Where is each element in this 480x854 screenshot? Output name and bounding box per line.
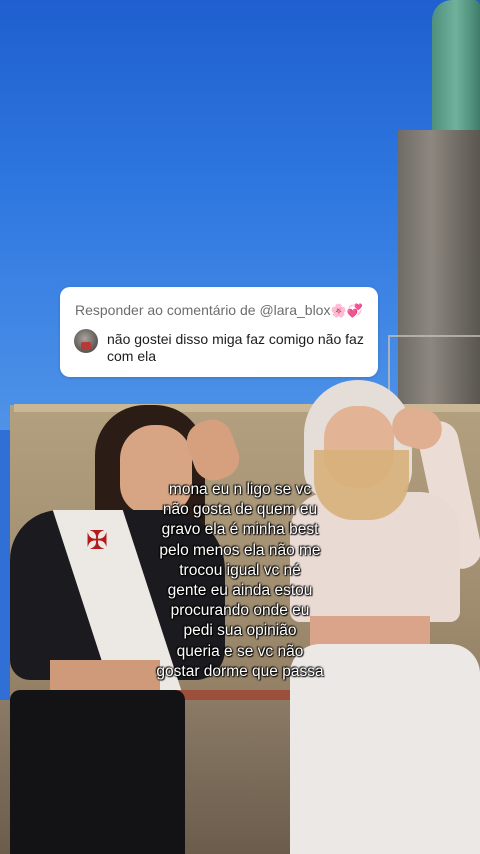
caption-line: pedi sua opinião: [183, 622, 297, 640]
caption-overlay: mona eu n ligo se vc não gosta de quem e…: [135, 480, 345, 682]
caption-line: mona eu n ligo se vc: [168, 481, 312, 498]
caption-line: pelo menos ela não me: [159, 541, 321, 559]
comment-reply-sticker[interactable]: Responder ao comentário de @lara_blox🌸💞 …: [60, 287, 378, 377]
caption-line: trocou igual vc né: [179, 561, 301, 579]
caption-line: procurando onde eu: [170, 602, 310, 620]
heart-flower-emoji-icon: 🌸💞: [330, 303, 363, 318]
caption-line: gravo ela é minha best: [161, 521, 319, 539]
reply-header-text: Responder ao comentário de @lara_blox: [75, 302, 331, 318]
statue-of-liberty: [432, 0, 480, 150]
commenter-avatar[interactable]: [74, 329, 98, 353]
caption-line: gostar dorme que passa: [156, 662, 324, 680]
cross-emblem-icon: ✠: [86, 525, 108, 555]
caption-line: gente eu ainda estou: [167, 582, 313, 600]
video-frame[interactable]: ✠: [0, 0, 480, 854]
comment-text: não gostei disso miga faz comigo não faz…: [107, 331, 364, 364]
black-pants: [10, 690, 185, 854]
caption-line: não gosta de quem eu: [162, 501, 318, 519]
caption-line: queria e se vc não: [176, 642, 304, 660]
reply-header: Responder ao comentário de @lara_blox🌸💞: [75, 302, 363, 319]
